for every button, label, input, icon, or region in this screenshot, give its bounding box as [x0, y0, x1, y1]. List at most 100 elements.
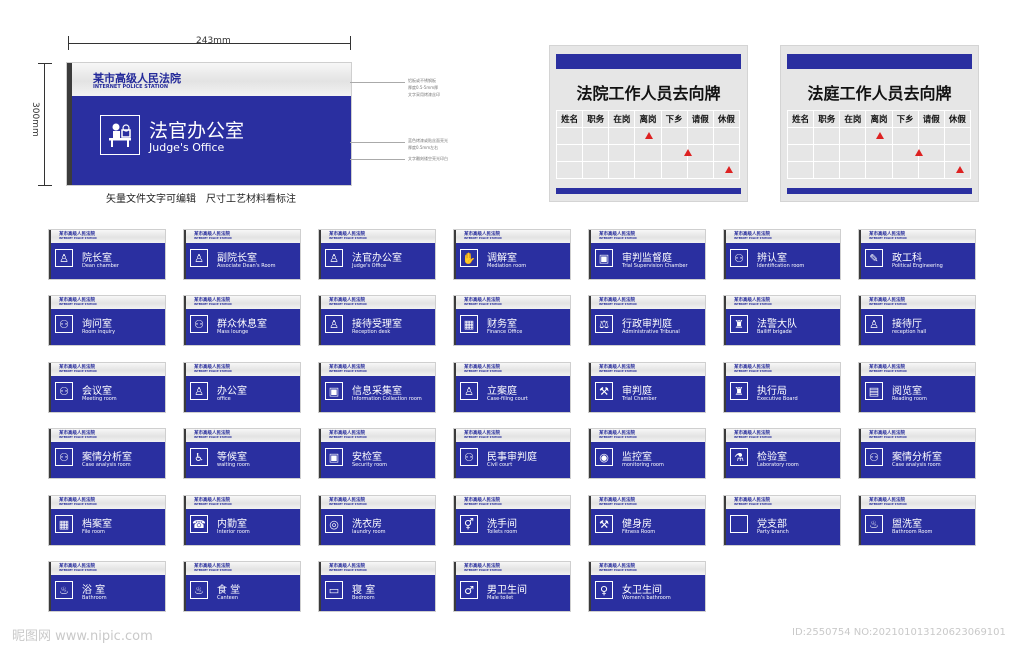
- sign-room-en: Case-filing court: [487, 396, 528, 402]
- sign-room-en: Case analysis room: [892, 462, 941, 468]
- sign-room-en: Security room: [352, 462, 388, 468]
- sign-room-name: 院长室: [82, 253, 112, 264]
- court-staff-status-board: 法院工作人员去向牌 姓名 职务 在岗 离岗 下乡 请假 休假: [549, 45, 748, 202]
- sign-room-name: 监控室: [622, 452, 652, 463]
- sign-room-en: Reception desk: [352, 329, 391, 335]
- door-sign: 某市高级人民法院 INTERNET POLICE STATION ♙ 办公室 offic…: [183, 362, 301, 413]
- sign-room-en: Civil court: [487, 462, 513, 468]
- sign-room-en: reception hall: [892, 329, 927, 335]
- sign-room-name: 健身房: [622, 519, 652, 530]
- sign-room-name: 浴 室: [82, 585, 106, 596]
- sign-court-en: INTERNET POLICE STATION: [869, 237, 907, 240]
- room-icon: ⚒: [595, 382, 613, 400]
- board-title: 法院工作人员去向牌: [576, 84, 721, 103]
- door-sign: 某市高级人民法院 INTERNET POLICE STATION ⚇ 询问室 Room …: [48, 295, 166, 346]
- room-icon: ◉: [595, 448, 613, 466]
- door-sign: 某市高级人民法院 INTERNET POLICE STATION ◉ 监控室 monit…: [588, 428, 706, 479]
- sign-room-name: 法官办公室: [149, 120, 245, 142]
- door-sign: 某市高级人民法院 INTERNET POLICE STATION ♜ 法警大队 Bail…: [723, 295, 841, 346]
- height-dimension-tick: [38, 63, 52, 64]
- room-icon: ♂: [460, 581, 478, 599]
- sign-room-en: Political Engineering: [892, 263, 943, 269]
- caption: 矢量文件文字可编辑 尺寸工艺材料看标注: [106, 194, 296, 205]
- width-dimension-tick: [350, 36, 351, 50]
- room-icon: ⚇: [55, 448, 73, 466]
- sign-court-en: INTERNET POLICE STATION: [869, 436, 907, 439]
- sign-room-name: 案情分析室: [82, 452, 132, 463]
- status-marker: [684, 149, 692, 156]
- status-table: 姓名 职务 在岗 离岗 下乡 请假 休假: [555, 110, 741, 179]
- room-icon: ⚗: [730, 448, 748, 466]
- door-sign: 某市高级人民法院 INTERNET POLICE STATION ♙ 院长室 Dean …: [48, 229, 166, 280]
- sign-court-en: INTERNET POLICE STATION: [599, 237, 637, 240]
- sign-court-en: INTERNET POLICE STATION: [869, 503, 907, 506]
- sign-court-en: INTERNET POLICE STATION: [599, 303, 637, 306]
- sign-court-en: INTERNET POLICE STATION: [329, 436, 367, 439]
- sign-room-name: 执行局: [757, 386, 787, 397]
- sign-room-name: 副院长室: [217, 253, 257, 264]
- door-sign: 某市高级人民法院 INTERNET POLICE STATION ♜ 执行局 Execu…: [723, 362, 841, 413]
- door-sign: 某市高级人民法院 INTERNET POLICE STATION ⚇ 民事审判庭 Civ…: [453, 428, 571, 479]
- door-sign: 某市高级人民法院 INTERNET POLICE STATION ⚇ 会议室 Meeti…: [48, 362, 166, 413]
- sign-court-en: INTERNET POLICE STATION: [59, 237, 97, 240]
- sign-room-en: Mass lounge: [217, 329, 249, 335]
- room-icon: ▭: [325, 581, 343, 599]
- sign-court-en: INTERNET POLICE STATION: [869, 303, 907, 306]
- sign-room-name: 行政审判庭: [622, 319, 672, 330]
- sign-room-name: 财务室: [487, 319, 517, 330]
- door-sign: 某市高级人民法院 INTERNET POLICE STATION ♙ 接待厅 recep…: [858, 295, 976, 346]
- door-sign: 某市高级人民法院 INTERNET POLICE STATION ⚇ 案情分析室 Cas…: [858, 428, 976, 479]
- sign-room-en: Canteen: [217, 595, 239, 601]
- height-dimension-tick: [38, 185, 52, 186]
- sign-court-en: INTERNET POLICE STATION: [194, 569, 232, 572]
- sign-room-name: 男卫生间: [487, 585, 527, 596]
- sign-court-en: INTERNET POLICE STATION: [599, 503, 637, 506]
- watermark-left: 昵图网 www.nipic.com: [12, 629, 153, 644]
- door-sign: 某市高级人民法院 INTERNET POLICE STATION ♨ 食 堂 Cante…: [183, 561, 301, 612]
- sign-room-name: 案情分析室: [892, 452, 942, 463]
- sign-room-en: Judge's Office: [352, 263, 387, 269]
- room-icon: ▣: [325, 448, 343, 466]
- status-marker: [956, 166, 964, 173]
- sign-room-name: 法警大队: [757, 319, 797, 330]
- sign-court-en: INTERNET POLICE STATION: [734, 237, 772, 240]
- room-icon: ♨: [865, 515, 883, 533]
- sign-court-en: INTERNET POLICE STATION: [734, 303, 772, 306]
- door-sign: 某市高级人民法院 INTERNET POLICE STATION ⚥ 洗手间 Toile…: [453, 495, 571, 546]
- sign-room-en: Party branch: [757, 529, 789, 535]
- sign-room-name: 女卫生间: [622, 585, 662, 596]
- width-dimension-label: 243mm: [196, 36, 231, 46]
- room-icon: ♙: [865, 315, 883, 333]
- sign-court-en: INTERNET POLICE STATION: [734, 436, 772, 439]
- room-icon: ♙: [460, 382, 478, 400]
- board-title: 法庭工作人员去向牌: [807, 84, 952, 103]
- sign-room-en: Administrative Tribunal: [622, 329, 680, 335]
- height-dimension-line: [44, 63, 45, 185]
- door-sign: 某市高级人民法院 INTERNET POLICE STATION ♙ 法官办公室 Jud…: [318, 229, 436, 280]
- sign-room-en: Bathroom Room: [892, 529, 933, 535]
- sign-court-en: INTERNET POLICE STATION: [464, 436, 502, 439]
- room-icon: ⚒: [595, 515, 613, 533]
- sign-room-name: 阅览室: [892, 386, 922, 397]
- sign-court-en: INTERNET POLICE STATION: [329, 370, 367, 373]
- door-sign: 某市高级人民法院 INTERNET POLICE STATION ♀ 女卫生间 Wome…: [588, 561, 706, 612]
- door-sign: 某市高级人民法院 INTERNET POLICE STATION ▤ 阅览室 Readi…: [858, 362, 976, 413]
- sign-room-en: Associate Dean's Room: [217, 263, 276, 269]
- sign-room-name: 等候室: [217, 452, 247, 463]
- sign-room-en: Bailiff brigade: [757, 329, 792, 335]
- room-icon: ♜: [730, 315, 748, 333]
- sign-court-en: INTERNET POLICE STATION: [93, 84, 169, 90]
- sign-court-en: INTERNET POLICE STATION: [59, 436, 97, 439]
- sign-room-en: laundry room: [352, 529, 386, 535]
- sign-room-en: Mediation room: [487, 263, 527, 269]
- room-icon: ♙: [325, 315, 343, 333]
- door-sign: 某市高级人民法院 INTERNET POLICE STATION ▣ 安检室 Secur…: [318, 428, 436, 479]
- sign-room-en: Finance Office: [487, 329, 523, 335]
- door-sign: 某市高级人民法院 INTERNET POLICE STATION ♨ 盥洗室 Bathr…: [858, 495, 976, 546]
- room-icon: ♙: [55, 249, 73, 267]
- room-icon: ⚇: [865, 448, 883, 466]
- note: 厚度0.5mm左右: [408, 145, 439, 150]
- sign-court-en: INTERNET POLICE STATION: [329, 503, 367, 506]
- room-icon: ▣: [325, 382, 343, 400]
- sign-room-name: 政工科: [892, 253, 922, 264]
